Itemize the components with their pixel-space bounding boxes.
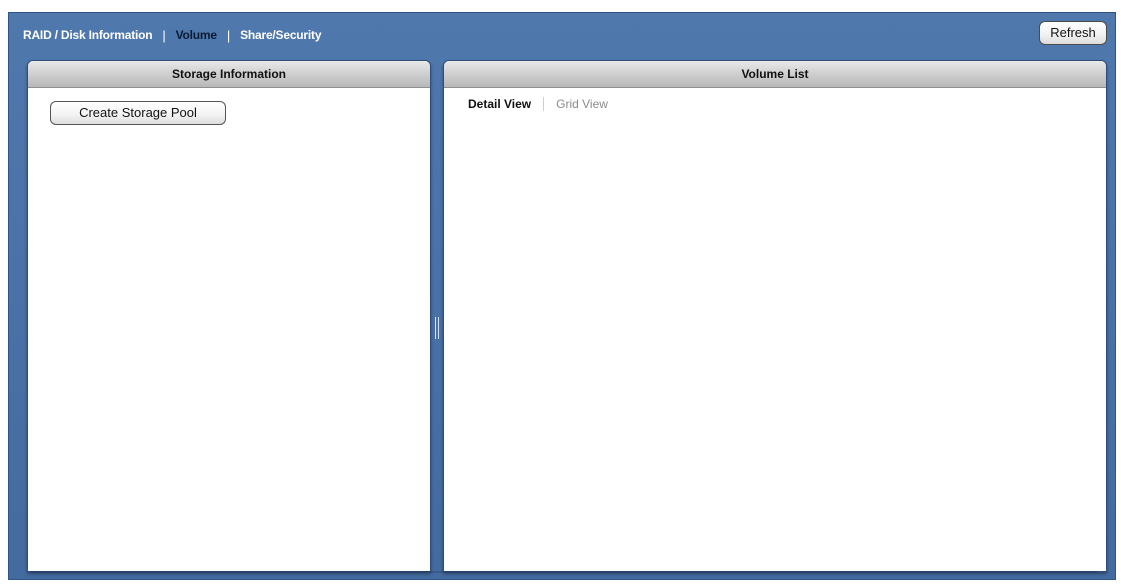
nav-share-security[interactable]: Share/Security — [240, 28, 321, 42]
nav-raid-disk-information[interactable]: RAID / Disk Information — [23, 28, 153, 42]
view-tabs: Detail View Grid View — [468, 97, 608, 111]
tab-divider — [543, 97, 545, 111]
panel-splitter-handle[interactable] — [435, 317, 439, 339]
storage-information-header: Storage Information — [28, 61, 430, 88]
tab-grid-view[interactable]: Grid View — [556, 97, 608, 111]
volume-list-header: Volume List — [444, 61, 1106, 88]
create-storage-pool-button[interactable]: Create Storage Pool — [50, 101, 226, 125]
nav-separator: | — [162, 27, 166, 43]
nav-separator: | — [226, 27, 231, 43]
nav-volume[interactable]: Volume — [176, 28, 217, 42]
top-navigation: RAID / Disk Information | Volume | Share… — [23, 27, 322, 43]
splitter-grip-line — [435, 317, 436, 339]
volume-list-panel: Volume List Detail View Grid View — [443, 60, 1107, 572]
splitter-grip-line — [438, 317, 439, 339]
storage-information-panel: Storage Information Create Storage Pool — [27, 60, 431, 572]
panel-shadow — [31, 571, 1097, 573]
window-frame: RAID / Disk Information | Volume | Share… — [0, 0, 1121, 586]
refresh-button[interactable]: Refresh — [1039, 21, 1107, 45]
tab-detail-view[interactable]: Detail View — [468, 97, 531, 111]
volume-manager-app: RAID / Disk Information | Volume | Share… — [8, 12, 1116, 580]
